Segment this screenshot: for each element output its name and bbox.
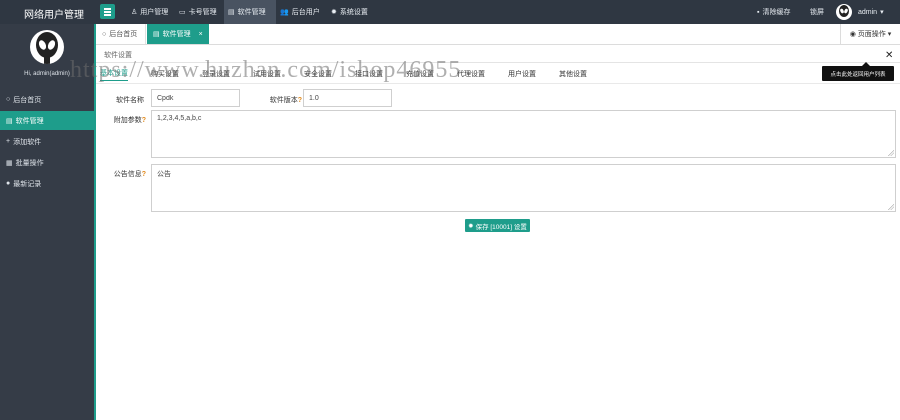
resize-handle[interactable] — [888, 150, 894, 156]
batch-icon: ▦ — [6, 159, 13, 167]
sidebar: Hi, admin(admin) ○ 后台首页 ▤ 软件管理 + 添加软件 ▦ … — [0, 24, 94, 420]
software-name-input[interactable] — [151, 89, 240, 107]
version-input[interactable] — [303, 89, 392, 107]
divider — [96, 83, 900, 84]
close-icon[interactable]: ✕ — [885, 50, 893, 61]
extra-params-label: 附加参数? — [113, 117, 146, 124]
admin-users-icon: 👥 — [280, 9, 289, 16]
software-icon: ▤ — [153, 31, 160, 38]
plus-icon: + — [6, 138, 11, 145]
clear-cache-button[interactable]: ▪ 清除缓存 — [757, 0, 790, 24]
software-name-label: 软件名称 — [116, 97, 144, 104]
save-button[interactable]: ✹ 保存 [10001] 设置 — [465, 219, 530, 232]
subtab-api[interactable]: 接口设置 — [355, 69, 383, 79]
user-menu[interactable]: admin ▾ — [858, 0, 884, 24]
software-icon: ▤ — [6, 117, 13, 125]
page-operations-button[interactable]: ◉ 页面操作 ▾ — [840, 24, 900, 44]
back-tooltip: 点击此处返回用户列表 — [822, 62, 894, 81]
target-icon: ◉ — [849, 31, 856, 38]
subtab-recharge[interactable]: 充值设置 — [406, 69, 434, 79]
subtab-user[interactable]: 用户设置 — [508, 69, 536, 79]
tab-home[interactable]: ○ 后台首页 — [96, 24, 146, 44]
subtab-login[interactable]: 登录设置 — [202, 69, 230, 79]
divider — [96, 62, 900, 63]
sidebar-item-add-software[interactable]: + 添加软件 — [0, 132, 94, 151]
tab-software-management[interactable]: ▤ 软件管理 × — [147, 24, 209, 44]
gear-icon: ✹ — [468, 222, 474, 230]
alien-avatar-icon — [36, 32, 58, 64]
card-icon: ▭ — [179, 9, 186, 16]
subtab-other[interactable]: 其他设置 — [559, 69, 587, 79]
software-icon: ▤ — [228, 9, 235, 16]
dot-icon: ● — [6, 180, 11, 187]
trash-icon: ▪ — [757, 8, 760, 16]
sidebar-item-batch[interactable]: ▦ 批量操作 — [0, 153, 94, 172]
version-label: 软件版本? — [269, 97, 302, 104]
help-icon: ? — [297, 97, 302, 104]
sidebar-user-greeting: Hi, admin(admin) — [24, 71, 70, 77]
subtab-basic[interactable]: 基本设置 — [100, 68, 128, 81]
settings-subtabs: 基本设置 购买设置 登录设置 试用设置 安全设置 接口设置 充值设置 代理设置 … — [100, 65, 610, 83]
sidebar-item-home[interactable]: ○ 后台首页 — [0, 90, 94, 109]
alien-avatar-icon — [839, 5, 849, 17]
caret-down-icon: ▾ — [887, 31, 892, 38]
top-bar: 网络用户管理 ♙ 用户管理 ▭ 卡号管理 ▤ 软件管理 👥 后台用户 ✹ 系统设… — [0, 0, 900, 24]
close-icon[interactable]: × — [199, 31, 203, 38]
subtab-trial[interactable]: 试用设置 — [253, 69, 281, 79]
subtab-purchase[interactable]: 购买设置 — [151, 69, 179, 79]
menu-toggle-button[interactable] — [100, 4, 115, 19]
circle-icon: ○ — [6, 96, 11, 103]
notice-textarea[interactable]: 公告 — [151, 164, 896, 212]
topnav-software-management[interactable]: ▤ 软件管理 — [224, 0, 276, 24]
sidebar-avatar — [30, 30, 64, 64]
extra-params-textarea[interactable]: 1,2,3,4,5,a,b,c — [151, 110, 896, 158]
topnav-user-management[interactable]: ♙ 用户管理 — [128, 0, 175, 24]
lock-screen-button[interactable]: 锁屏 — [810, 0, 824, 24]
gear-icon: ✹ — [331, 9, 337, 16]
help-icon: ? — [141, 171, 146, 178]
subtab-security[interactable]: 安全设置 — [304, 69, 332, 79]
caret-down-icon: ▾ — [880, 9, 884, 16]
circle-icon: ○ — [102, 30, 107, 38]
app-title: 网络用户管理 — [24, 10, 84, 21]
sidebar-item-latest[interactable]: ● 最新记录 — [0, 174, 94, 193]
notice-label: 公告信息? — [113, 171, 146, 178]
sidebar-item-software[interactable]: ▤ 软件管理 — [0, 111, 94, 130]
topnav-admin-users[interactable]: 👥 后台用户 — [277, 0, 326, 24]
panel-title: 软件设置 — [104, 52, 132, 59]
page-tab-bar: ○ 后台首页 ▤ 软件管理 × — [96, 24, 900, 45]
subtab-agent[interactable]: 代理设置 — [457, 69, 485, 79]
avatar[interactable] — [836, 4, 852, 20]
topnav-system-settings[interactable]: ✹ 系统设置 — [328, 0, 375, 24]
topnav-card-management[interactable]: ▭ 卡号管理 — [176, 0, 223, 24]
help-icon: ? — [141, 117, 146, 124]
user-icon: ♙ — [131, 9, 138, 16]
resize-handle[interactable] — [888, 204, 894, 210]
